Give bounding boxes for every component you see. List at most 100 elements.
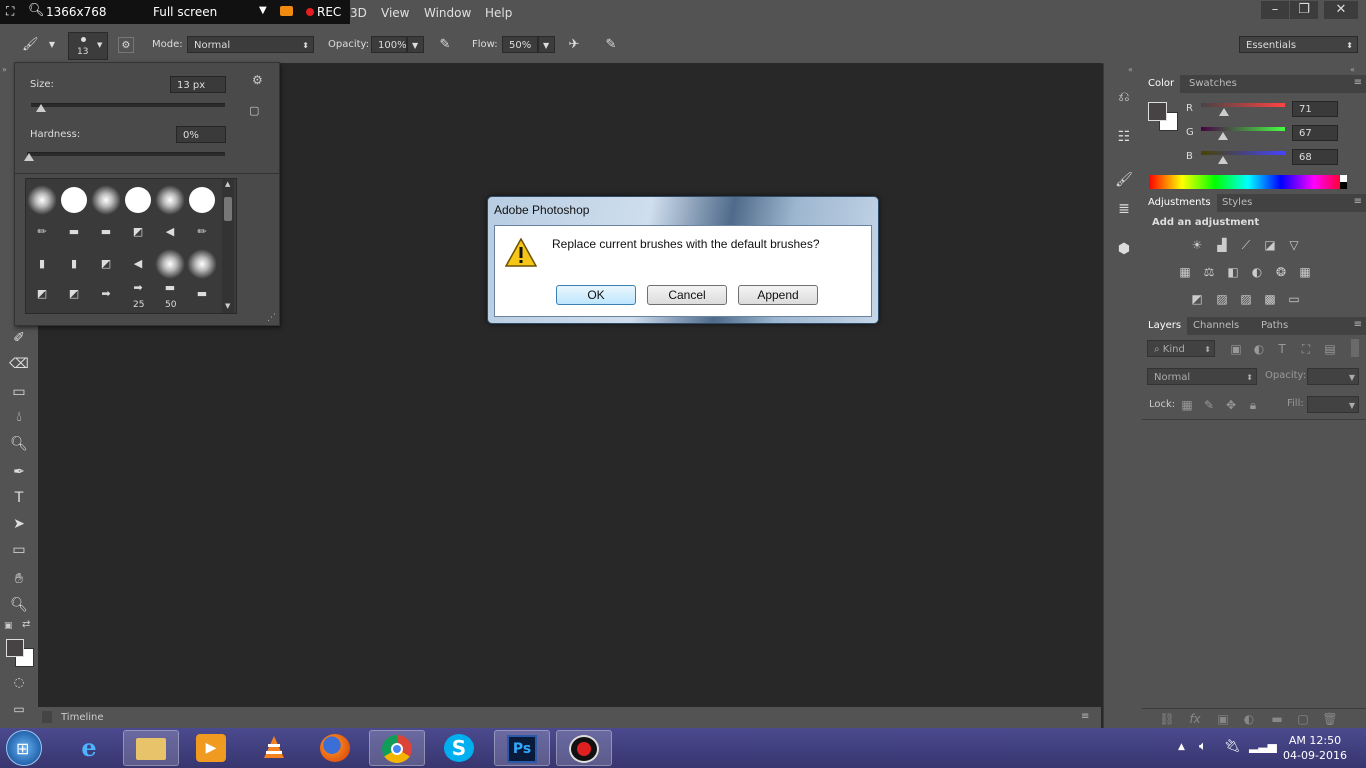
brush-tip-marker-icon[interactable]: ▬ xyxy=(187,279,217,309)
recording-mode[interactable]: Full screen xyxy=(153,5,217,19)
lock-position-icon[interactable]: ✥ xyxy=(1222,398,1240,412)
selective-color-icon[interactable]: ▩ xyxy=(1261,292,1279,306)
red-value-input[interactable]: 71 xyxy=(1292,101,1338,117)
menu-3d[interactable]: 3D xyxy=(350,6,367,20)
brush-panel-icon[interactable]: ≣ xyxy=(1114,199,1134,219)
lock-all-icon[interactable]: 🔒︎ xyxy=(1244,398,1262,412)
foreground-color-swatch[interactable] xyxy=(6,639,24,657)
filter-toggle[interactable] xyxy=(1351,339,1359,357)
screen-mode-icon[interactable]: ▭ xyxy=(9,700,29,718)
tab-swatches[interactable]: Swatches xyxy=(1183,75,1243,93)
brush-tip-hard-round[interactable] xyxy=(123,185,153,215)
volume-icon[interactable]: 🔈︎ xyxy=(1199,739,1207,754)
cancel-button[interactable]: Cancel xyxy=(647,285,727,305)
minimize-button[interactable]: – xyxy=(1261,1,1289,19)
new-group-icon[interactable]: ▬ xyxy=(1268,712,1286,726)
eraser-tool-icon[interactable]: ⌫ xyxy=(9,355,29,373)
brush-panel-toggle-icon[interactable]: ⚙ xyxy=(118,37,134,53)
ok-button[interactable]: OK xyxy=(556,285,636,305)
timeline-grip[interactable] xyxy=(42,711,52,723)
new-preset-icon[interactable]: ▢ xyxy=(249,104,259,117)
color-lookup-icon[interactable]: ▦ xyxy=(1296,265,1314,279)
adjustment-layer-icon[interactable]: ◐ xyxy=(1240,712,1258,726)
filter-pixel-icon[interactable]: ▣ xyxy=(1227,342,1245,356)
close-button[interactable]: ✕ xyxy=(1324,1,1358,19)
path-selection-tool-icon[interactable]: ➤ xyxy=(9,515,29,533)
menu-help[interactable]: Help xyxy=(485,6,512,20)
panel-menu-icon[interactable]: ≡ xyxy=(1354,319,1362,330)
flow-dropdown-icon[interactable]: ▼ xyxy=(538,36,555,53)
properties-icon[interactable]: ☷ xyxy=(1114,127,1134,147)
panel-menu-icon[interactable]: ≡ xyxy=(1354,196,1362,207)
filter-adjustment-icon[interactable]: ◐ xyxy=(1250,342,1268,356)
layers-list[interactable] xyxy=(1142,419,1366,710)
scroll-down-icon[interactable]: ▼ xyxy=(225,302,230,310)
menu-window[interactable]: Window xyxy=(424,6,471,20)
hardness-slider-thumb[interactable] xyxy=(24,153,34,161)
brush-tip-marker-icon[interactable]: ➡ xyxy=(123,273,153,303)
quick-mask-icon[interactable]: ◌ xyxy=(9,673,29,691)
brush-tip-soft-round[interactable] xyxy=(187,249,217,279)
blue-slider-thumb[interactable] xyxy=(1218,156,1228,164)
collapse-arrows-icon[interactable]: « xyxy=(1350,65,1355,74)
tab-channels[interactable]: Channels xyxy=(1187,317,1245,335)
pressure-size-icon[interactable]: ✎ xyxy=(603,37,619,53)
tool-preset-chevron-icon[interactable]: ▼ xyxy=(44,37,60,53)
size-slider[interactable] xyxy=(31,103,225,107)
layer-filter-select[interactable]: ⌕ Kind ⬍ xyxy=(1147,340,1215,357)
taskbar-media-player[interactable]: ▶ xyxy=(184,730,240,766)
brush-tip-bristle-icon[interactable]: ◩ xyxy=(91,249,121,279)
zoom-tool-icon[interactable]: 🔍︎ xyxy=(9,596,29,614)
collapse-arrows-icon[interactable]: « xyxy=(1128,65,1133,74)
tab-adjustments[interactable]: Adjustments xyxy=(1142,194,1217,212)
invert-icon[interactable]: ◩ xyxy=(1188,292,1206,306)
blur-tool-icon[interactable]: 💧︎ xyxy=(9,408,29,426)
taskbar-skype[interactable]: S xyxy=(432,730,488,766)
brush-tip-soft-round[interactable] xyxy=(27,185,57,215)
layer-opacity-input[interactable]: ▼ xyxy=(1307,368,1359,385)
blue-value-input[interactable]: 68 xyxy=(1292,149,1338,165)
rectangle-tool-icon[interactable]: ▭ xyxy=(9,541,29,559)
camera-icon[interactable] xyxy=(280,6,293,16)
power-icon[interactable]: 🔌︎ xyxy=(1224,739,1241,754)
size-input[interactable]: 13 px xyxy=(170,76,226,93)
channel-mixer-icon[interactable]: ❂ xyxy=(1272,265,1290,279)
brush-presets-icon[interactable]: 🖌︎ xyxy=(1114,170,1134,190)
pen-tool-icon[interactable]: ✒ xyxy=(9,463,29,481)
foreground-color-swatch[interactable] xyxy=(1148,102,1167,121)
curves-icon[interactable]: ⟋ xyxy=(1237,238,1255,252)
taskbar-photoshop[interactable]: Ps xyxy=(494,730,550,766)
opacity-input[interactable]: 100% xyxy=(371,36,407,53)
hue-saturation-icon[interactable]: ▦ xyxy=(1176,265,1194,279)
tab-color[interactable]: Color xyxy=(1142,75,1181,93)
brush-tip-angled-icon[interactable]: ◩ xyxy=(27,279,57,309)
green-slider[interactable] xyxy=(1201,127,1285,131)
link-layers-icon[interactable]: ⛓ xyxy=(1158,712,1176,726)
append-button[interactable]: Append xyxy=(738,285,818,305)
mode-select[interactable]: Normal ⬍ xyxy=(187,36,314,53)
taskbar-vlc[interactable] xyxy=(246,730,302,766)
scrollbar-thumb[interactable] xyxy=(224,197,232,221)
dodge-tool-icon[interactable]: 🔍︎ xyxy=(9,435,29,453)
gear-icon[interactable]: ⚙ xyxy=(252,73,263,87)
brush-tip-bristle-icon[interactable]: ▮ xyxy=(59,249,89,279)
trash-icon[interactable]: 🗑︎ xyxy=(1321,712,1339,726)
brush-preset-picker[interactable]: 13 ▼ xyxy=(68,32,108,60)
network-signal-icon[interactable]: ▂▃▅ xyxy=(1249,739,1277,753)
threshold-icon[interactable]: ▨ xyxy=(1237,292,1255,306)
start-button[interactable]: ⊞ xyxy=(6,730,42,766)
brush-tip-flat-icon[interactable]: ▬ xyxy=(59,217,89,247)
hardness-slider[interactable] xyxy=(27,152,225,156)
brush-tip-marker-icon[interactable]: ✏︎ xyxy=(27,217,57,247)
3d-cube-icon[interactable]: ⬢ xyxy=(1114,239,1134,259)
taskbar-firefox[interactable] xyxy=(308,730,364,766)
taskbar-recorder[interactable] xyxy=(556,730,612,766)
gradient-map-icon[interactable]: ▭ xyxy=(1285,292,1303,306)
green-value-input[interactable]: 67 xyxy=(1292,125,1338,141)
menu-view[interactable]: View xyxy=(381,6,409,20)
brush-tip-marker-icon[interactable]: ✏︎ xyxy=(187,217,217,247)
tab-paths[interactable]: Paths xyxy=(1255,317,1294,335)
new-layer-icon[interactable]: ▢ xyxy=(1294,712,1312,726)
chevron-down-icon[interactable]: ▼ xyxy=(259,5,267,16)
red-slider[interactable] xyxy=(1201,103,1285,107)
